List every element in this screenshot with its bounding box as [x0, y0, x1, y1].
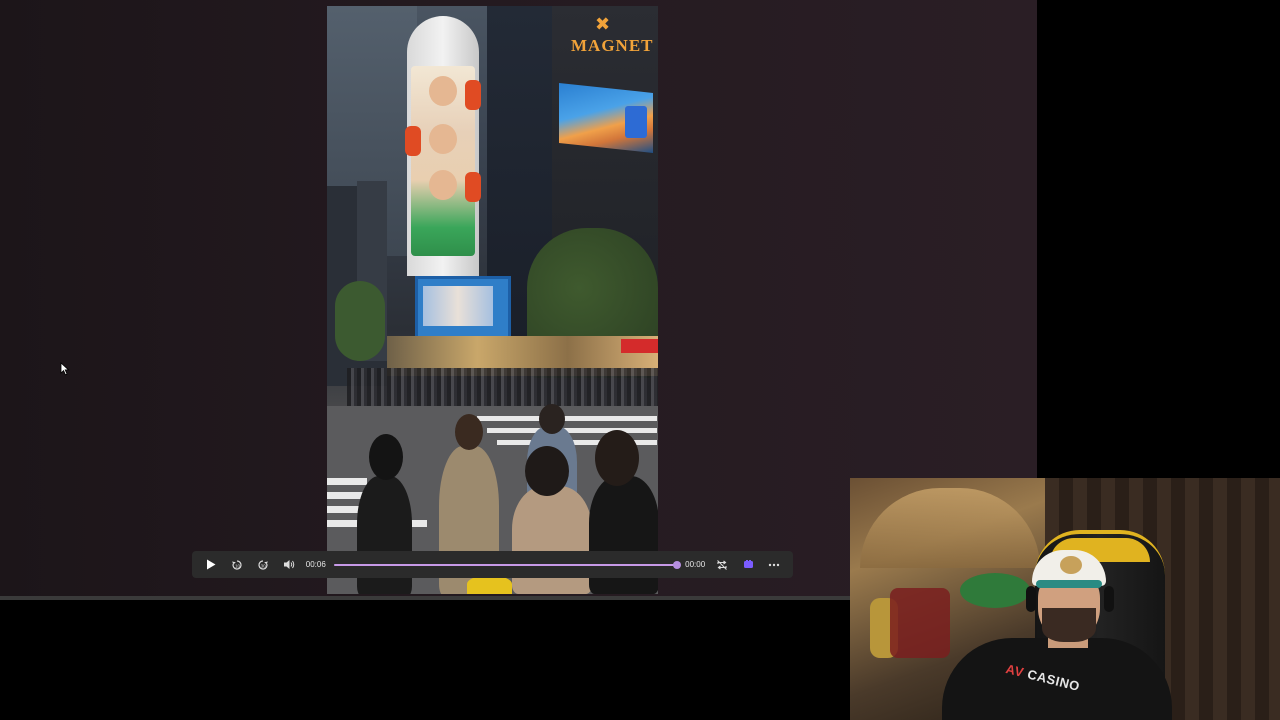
- right-background: [1037, 0, 1280, 478]
- magnet-logo-mark: ✖: [595, 14, 611, 34]
- mouse-cursor-icon: [60, 362, 70, 381]
- current-time: 00:06: [305, 560, 326, 569]
- webcam-slot-machines: [890, 588, 950, 658]
- seek-progress: [333, 563, 678, 566]
- volume-icon[interactable]: [276, 554, 302, 576]
- ad-face: [429, 170, 457, 200]
- cap-logo: [1060, 556, 1082, 574]
- video-shop-sign: [621, 339, 658, 353]
- pedestrian-head: [539, 404, 565, 434]
- headset-left: [1026, 586, 1036, 612]
- forward-30-icon[interactable]: 30: [250, 554, 276, 576]
- video-frame[interactable]: ✖ MAGNET: [327, 6, 658, 594]
- video-controls-bar: 10 30 00:06 00:00: [192, 551, 793, 578]
- svg-text:10: 10: [235, 563, 241, 568]
- play-icon[interactable]: [198, 554, 224, 576]
- webcam-overlay: AV CASINO: [850, 478, 1280, 720]
- extension-icon[interactable]: [735, 554, 761, 576]
- crosswalk-stripe: [327, 478, 367, 485]
- pedestrian-head: [525, 446, 569, 496]
- magnet-sign: MAGNET: [571, 36, 654, 55]
- ad-tag: [405, 126, 421, 156]
- loop-icon[interactable]: [709, 554, 735, 576]
- webcam-casino-table: [960, 573, 1030, 608]
- crosswalk-stripe: [477, 416, 657, 421]
- more-icon[interactable]: [761, 554, 787, 576]
- pedestrian-head: [455, 414, 483, 450]
- video-tower-ad-screen: [405, 66, 481, 256]
- bottom-divider: [0, 596, 850, 600]
- cap-brim: [1036, 580, 1102, 588]
- video-lower-screen-image: [423, 286, 493, 326]
- headset-right: [1104, 586, 1114, 612]
- ad-tag: [465, 80, 481, 110]
- yellow-item: [467, 576, 512, 594]
- crosswalk-stripe: [487, 428, 657, 433]
- seek-bar[interactable]: [333, 560, 682, 570]
- ad-tag: [465, 172, 481, 202]
- ad-face: [429, 124, 457, 154]
- rewind-10-icon[interactable]: 10: [224, 554, 250, 576]
- ad-face: [429, 76, 457, 106]
- seek-thumb[interactable]: [673, 560, 682, 569]
- video-crowd-far: [347, 368, 658, 408]
- video-street-sign: [625, 106, 647, 138]
- video-tree-left: [335, 281, 385, 361]
- duration-time: 00:00: [685, 560, 706, 569]
- pedestrian-head: [595, 430, 639, 486]
- svg-text:30: 30: [260, 563, 266, 568]
- streamer-beard: [1042, 608, 1096, 642]
- pedestrian-head: [369, 434, 403, 480]
